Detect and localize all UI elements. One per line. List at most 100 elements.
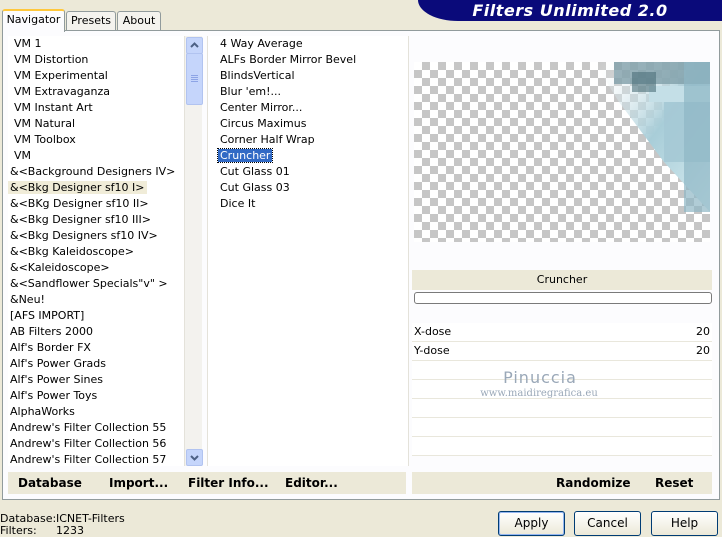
help-button[interactable]: Help	[651, 511, 718, 536]
category-list[interactable]: VM 1 VM Distortion VM Experimental VM Extra…	[8, 36, 184, 466]
left-toolbar: Database Import... Filter Info... Editor…	[8, 472, 406, 494]
list-item[interactable]: &<Background Designers IV>	[8, 164, 184, 180]
list-item[interactable]: ALFs Border Mirror Bevel	[208, 52, 408, 68]
category-label: &<BKg Designer sf10 II>	[10, 197, 149, 210]
filter-label: Cut Glass 03	[220, 181, 290, 194]
filter-info-button[interactable]: Filter Info...	[188, 472, 269, 494]
filter-label: Dice It	[220, 197, 256, 210]
category-label: VM Distortion	[14, 53, 89, 66]
tab-presets[interactable]: Presets	[66, 11, 116, 30]
list-item[interactable]: &<Sandflower Specials"v" >	[8, 276, 184, 292]
list-item[interactable]: VM Experimental	[8, 68, 184, 84]
list-item[interactable]: Center Mirror...	[208, 100, 408, 116]
apply-button[interactable]: Apply	[498, 511, 565, 536]
filter-label: Circus Maximus	[220, 117, 307, 130]
list-item[interactable]: &<BKg Designer sf10 II>	[8, 196, 184, 212]
list-item[interactable]: VM Distortion	[8, 52, 184, 68]
database-button[interactable]: Database	[18, 472, 82, 494]
list-item[interactable]: Alf's Power Sines	[8, 372, 184, 388]
list-item[interactable]: Blur 'em!...	[208, 84, 408, 100]
list-item[interactable]: &<Bkg Kaleidoscope>	[8, 244, 184, 260]
chevron-up-icon	[190, 42, 199, 48]
list-item[interactable]: Andrew's Filter Collection 55	[8, 420, 184, 436]
watermark-name: Pinuccia	[503, 368, 577, 387]
list-item[interactable]: Corner Half Wrap	[208, 132, 408, 148]
filter-label: Blur 'em!...	[220, 85, 281, 98]
list-item[interactable]: Dice It	[208, 196, 408, 212]
category-label: VM	[14, 149, 32, 162]
category-scrollbar[interactable]	[184, 36, 203, 466]
category-label: Alf's Power Sines	[10, 373, 103, 386]
category-label: Alf's Power Grads	[10, 357, 106, 370]
filter-label: BlindsVertical	[220, 69, 295, 82]
list-item[interactable]: Circus Maximus	[208, 116, 408, 132]
filter-label: Cruncher	[216, 148, 274, 163]
category-label: &<Sandflower Specials"v" >	[10, 277, 168, 290]
list-item[interactable]: [AFS IMPORT]	[8, 308, 184, 324]
scroll-up-button[interactable]	[186, 37, 203, 54]
list-item[interactable]: Alf's Border FX	[8, 340, 184, 356]
selected-filter-name: Cruncher	[412, 270, 712, 290]
category-label: VM Natural	[14, 117, 76, 130]
chevron-down-icon	[190, 455, 199, 461]
category-label: Alf's Power Toys	[10, 389, 98, 402]
filter-label: Corner Half Wrap	[220, 133, 315, 146]
list-item[interactable]: VM Natural	[8, 116, 184, 132]
tab-about[interactable]: About	[117, 11, 161, 30]
list-item[interactable]: 4 Way Average	[208, 36, 408, 52]
list-item[interactable]: VM Toolbox	[8, 132, 184, 148]
preview-image	[414, 62, 710, 242]
tab-navigator[interactable]: Navigator	[2, 9, 65, 32]
list-item[interactable]: AlphaWorks	[8, 404, 184, 420]
list-item[interactable]: VM 1	[8, 36, 184, 52]
category-label: [AFS IMPORT]	[10, 309, 85, 322]
param-label: X-dose	[414, 325, 452, 338]
editor-button[interactable]: Editor...	[285, 472, 338, 494]
reset-button[interactable]: Reset	[655, 472, 693, 494]
list-item[interactable]: &<Bkg Designer sf10 III>	[8, 212, 184, 228]
category-label: VM Instant Art	[14, 101, 93, 114]
filter-label: 4 Way Average	[220, 37, 303, 50]
right-toolbar: Randomize Reset	[412, 472, 712, 494]
list-item[interactable]: Cruncher	[208, 148, 408, 164]
list-item[interactable]: Alf's Power Grads	[8, 356, 184, 372]
param-y-dose[interactable]: Y-dose 20	[412, 342, 712, 361]
list-item[interactable]: &<Bkg Designer sf10 I>	[8, 180, 184, 196]
preview-art	[594, 62, 710, 212]
category-label: &<Bkg Kaleidoscope>	[10, 245, 135, 258]
list-item[interactable]: &Neu!	[8, 292, 184, 308]
category-label: Andrew's Filter Collection 56	[10, 437, 167, 450]
progress-bar	[414, 292, 712, 304]
param-value: 20	[696, 344, 710, 357]
filter-label: ALFs Border Mirror Bevel	[220, 53, 357, 66]
param-label: Y-dose	[414, 344, 450, 357]
status-filters: Filters: 1233	[0, 524, 84, 537]
param-x-dose[interactable]: X-dose 20	[412, 323, 712, 342]
app-title: Filters Unlimited 2.0	[472, 1, 668, 20]
list-item[interactable]: &<Bkg Designers sf10 IV>	[8, 228, 184, 244]
list-item[interactable]: VM Extravaganza	[8, 84, 184, 100]
list-item[interactable]: Alf's Power Toys	[8, 388, 184, 404]
scroll-thumb[interactable]	[186, 53, 203, 105]
list-item[interactable]: Andrew's Filter Collection 56	[8, 436, 184, 452]
list-item[interactable]: BlindsVertical	[208, 68, 408, 84]
cancel-button[interactable]: Cancel	[574, 511, 641, 536]
list-item[interactable]: VM	[8, 148, 184, 164]
status-label: Filters:	[0, 524, 37, 537]
list-item[interactable]: Cut Glass 01	[208, 164, 408, 180]
list-item[interactable]: VM Instant Art	[8, 100, 184, 116]
category-label: VM Extravaganza	[14, 85, 111, 98]
category-label: AB Filters 2000	[10, 325, 94, 338]
list-item[interactable]: Cut Glass 03	[208, 180, 408, 196]
import-button[interactable]: Import...	[109, 472, 168, 494]
filter-list[interactable]: 4 Way Average ALFs Border Mirror Bevel Bli…	[207, 36, 409, 466]
category-label: Andrew's Filter Collection 57	[10, 453, 167, 466]
scroll-down-button[interactable]	[186, 449, 203, 466]
list-item[interactable]: AB Filters 2000	[8, 324, 184, 340]
list-item[interactable]: Andrew's Filter Collection 57	[8, 452, 184, 466]
status-value: 1233	[56, 524, 84, 537]
randomize-button[interactable]: Randomize	[556, 472, 630, 494]
list-item[interactable]: &<Kaleidoscope>	[8, 260, 184, 276]
filter-label: Center Mirror...	[220, 101, 303, 114]
category-label: VM Toolbox	[14, 133, 76, 146]
